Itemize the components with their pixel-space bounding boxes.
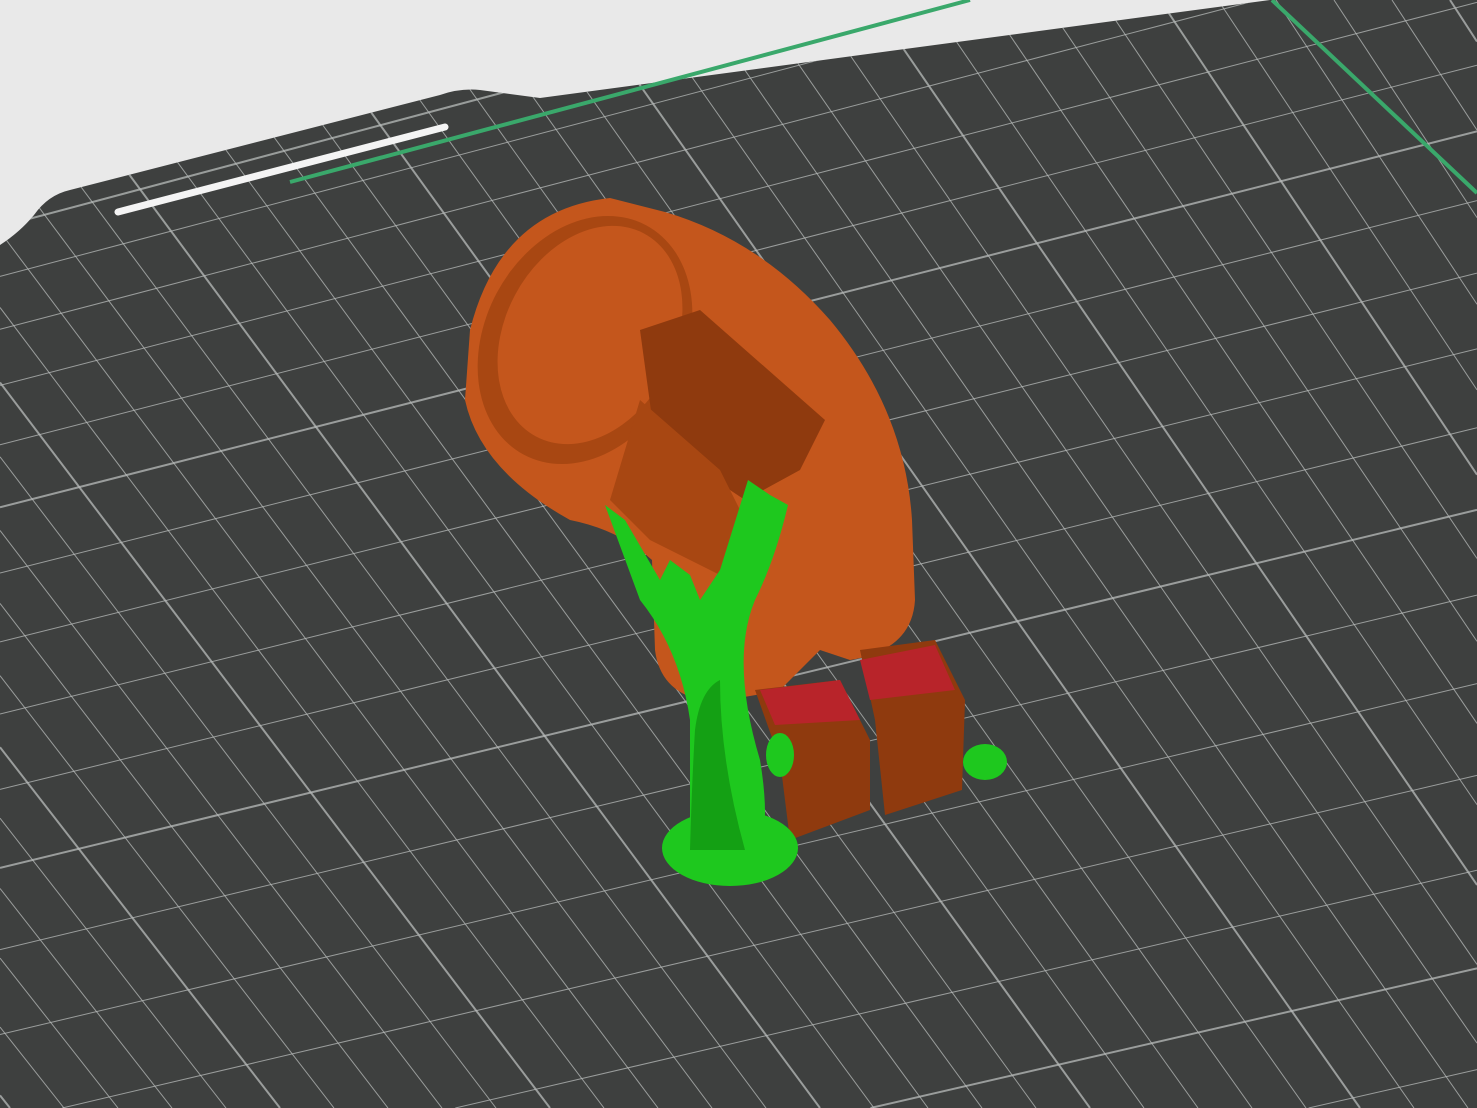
scene: [0, 0, 1477, 1108]
3d-preview-viewport[interactable]: [0, 0, 1477, 1108]
